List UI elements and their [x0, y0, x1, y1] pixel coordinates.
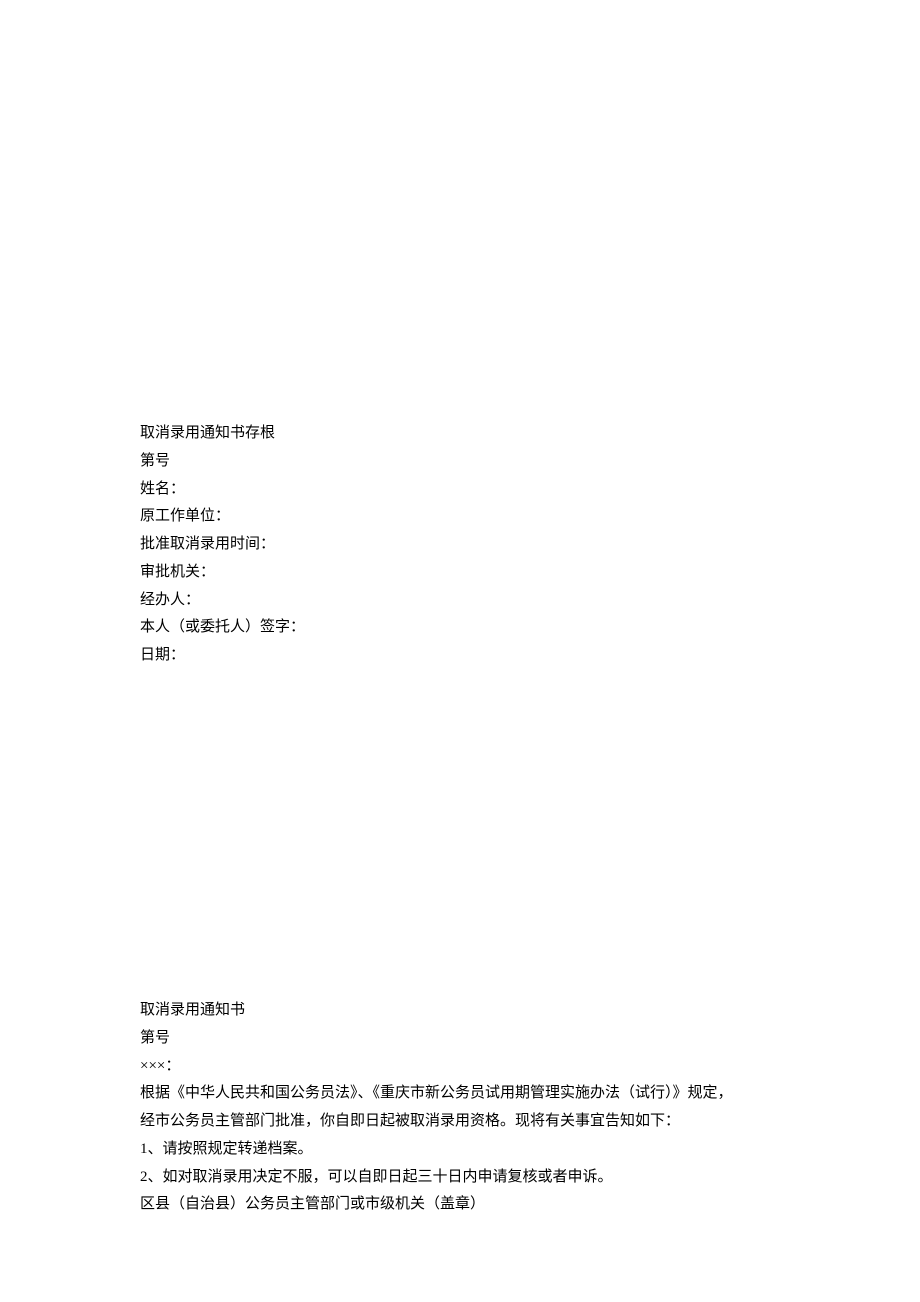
notice-title: 取消录用通知书 [140, 997, 800, 1025]
stub-approved-cancel-time-label: 批准取消录用时间： [140, 531, 780, 559]
notice-body-line2: 经市公务员主管部门批准，你自即日起被取消录用资格。现将有关事宜告知如下： [140, 1108, 800, 1136]
stub-handler-label: 经办人： [140, 587, 780, 615]
stub-name-label: 姓名： [140, 476, 780, 504]
stub-approval-authority-label: 审批机关： [140, 559, 780, 587]
stub-signature-label: 本人（或委托人）签字： [140, 614, 780, 642]
stub-date-label: 日期： [140, 642, 780, 670]
notice-body-line1: 根据《中华人民共和国公务员法》、《重庆市新公务员试用期管理实施办法（试行）》规定… [140, 1080, 800, 1108]
notice-item1: 1、请按照规定转递档案。 [140, 1136, 800, 1164]
notice-number: 第号 [140, 1025, 800, 1053]
notice-section: 取消录用通知书 第号 ×××： 根据《中华人民共和国公务员法》、《重庆市新公务员… [140, 997, 800, 1219]
stub-section: 取消录用通知书存根 第号 姓名： 原工作单位： 批准取消录用时间： 审批机关： … [140, 420, 780, 670]
stub-number: 第号 [140, 448, 780, 476]
stub-title: 取消录用通知书存根 [140, 420, 780, 448]
notice-addressee: ×××： [140, 1053, 800, 1081]
notice-footer: 区县（自治县）公务员主管部门或市级机关（盖章） [140, 1191, 800, 1219]
notice-item2: 2、如对取消录用决定不服，可以自即日起三十日内申请复核或者申诉。 [140, 1164, 800, 1192]
stub-original-unit-label: 原工作单位： [140, 503, 780, 531]
